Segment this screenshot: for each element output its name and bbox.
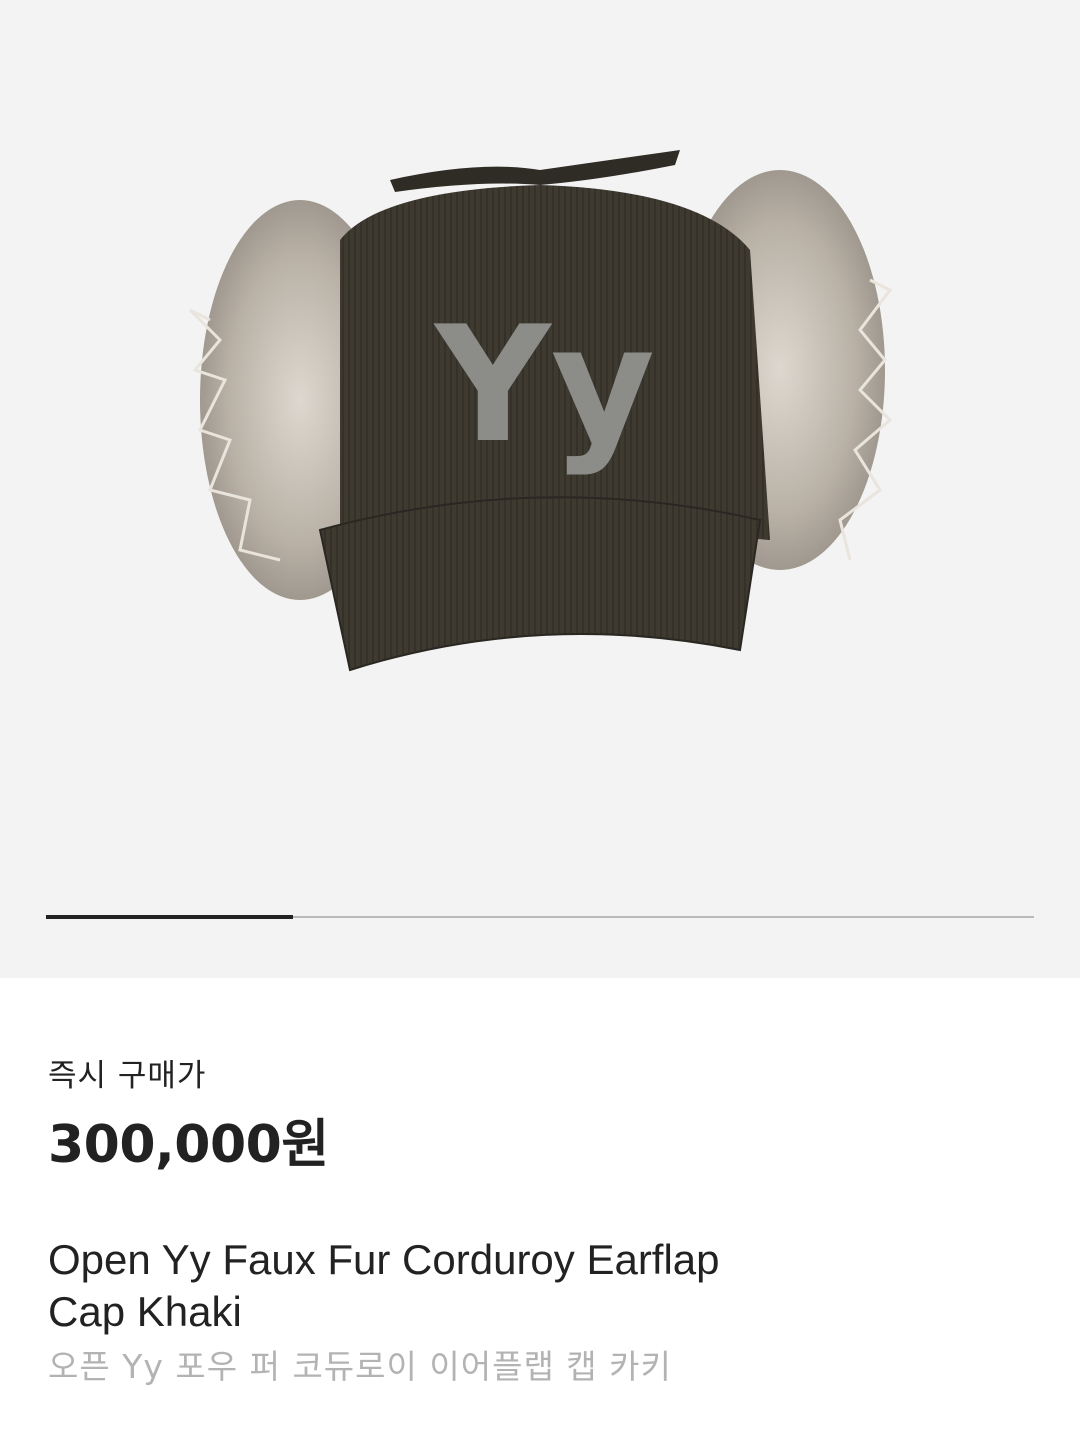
product-name-line-2: Cap Khaki bbox=[48, 1288, 242, 1335]
product-name-ko: 오픈 Yy 포우 퍼 코듀로이 이어플랩 캡 카키 bbox=[48, 1347, 672, 1386]
product-detail-page: Yy 즉시 구매가 300,000원 Open Yy Faux Fur Cord… bbox=[0, 0, 1080, 1440]
product-name-line-1: Open Yy Faux Fur Corduroy Earflap bbox=[48, 1236, 720, 1283]
product-name-en: Open Yy Faux Fur Corduroy Earflap Cap Kh… bbox=[48, 1234, 1028, 1338]
product-info: 즉시 구매가 300,000원 Open Yy Faux Fur Corduro… bbox=[0, 978, 1080, 1440]
image-pager-progress bbox=[46, 915, 293, 919]
cap-logo: Yy bbox=[433, 291, 655, 478]
image-pager-track bbox=[46, 915, 1034, 919]
instant-buy-price-label: 즉시 구매가 bbox=[48, 1058, 207, 1094]
instant-buy-price: 300,000원 bbox=[48, 1115, 329, 1175]
product-image-gallery[interactable]: Yy bbox=[0, 0, 1080, 978]
product-image: Yy bbox=[188, 150, 893, 672]
